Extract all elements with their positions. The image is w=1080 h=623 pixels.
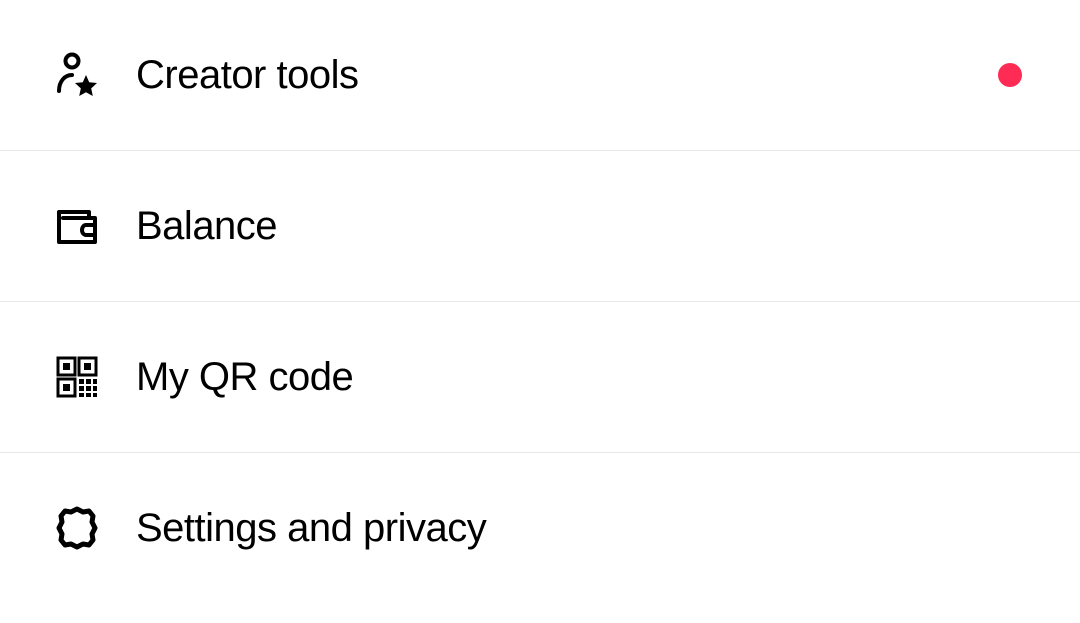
settings-icon (50, 501, 104, 555)
menu-item-settings-privacy[interactable]: Settings and privacy (0, 453, 1080, 603)
menu-item-creator-tools[interactable]: Creator tools (0, 0, 1080, 151)
menu-label: Balance (136, 204, 1030, 249)
notification-dot (998, 63, 1022, 87)
menu-item-balance[interactable]: Balance (0, 151, 1080, 302)
settings-menu: Creator tools Balance (0, 0, 1080, 603)
qr-code-icon (50, 350, 104, 404)
menu-label: Creator tools (136, 53, 998, 98)
menu-label: My QR code (136, 355, 1030, 400)
menu-item-qr-code[interactable]: My QR code (0, 302, 1080, 453)
creator-tools-icon (50, 48, 104, 102)
wallet-icon (50, 199, 104, 253)
menu-label: Settings and privacy (136, 506, 1030, 551)
